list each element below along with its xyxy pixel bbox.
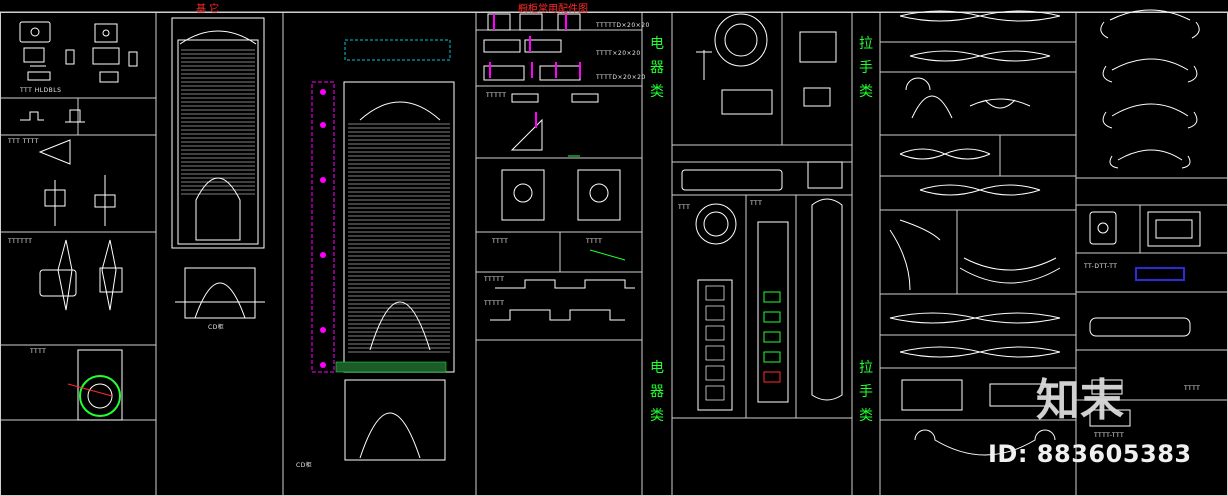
- rail-label-a: TTTT: [492, 238, 509, 245]
- slide-label: TTT TTTT: [8, 138, 40, 145]
- ornamental-handle: [919, 184, 1041, 196]
- handle-code-label-b: TTTT: [1184, 385, 1201, 392]
- socket-outlet: [705, 385, 725, 401]
- bail-handle: [959, 257, 1061, 284]
- drawer-rail-label-b: TTTTT: [484, 300, 505, 307]
- section-title-other: 基 它: [196, 4, 220, 15]
- cd-cabinet-middle-elevation: [311, 39, 455, 461]
- lock-code-label: TTT HLDBLS: [20, 87, 62, 94]
- switch-button: [763, 351, 781, 363]
- watermark-logo: 知末: [1036, 375, 1124, 426]
- socket-outlet: [705, 325, 725, 341]
- electric-label-a: TTT: [678, 204, 691, 211]
- switch-button: [763, 291, 781, 303]
- rail-label-b: TTTT: [586, 238, 603, 245]
- wheel-part-drawing: [67, 349, 123, 421]
- electric-label-b: TTT: [750, 200, 763, 207]
- rail-dot: [320, 122, 326, 128]
- socket-outlet: [705, 345, 725, 361]
- ornamental-handle: [889, 312, 1061, 324]
- magenta-rail-dots: [320, 89, 326, 368]
- handle-code-label-a: TT-DTT-TT: [1084, 263, 1118, 270]
- rail-dot: [320, 362, 326, 368]
- socket-outlet: [705, 365, 725, 381]
- category-label-electric-bottom: 电器类: [650, 360, 664, 424]
- ornamental-handle: [909, 50, 1051, 62]
- dimension-label-a: TTTTTD×20×20: [596, 22, 650, 29]
- bracket-label: TTTTT: [486, 92, 507, 99]
- rail-dot: [320, 177, 326, 183]
- switch-button: [763, 371, 781, 383]
- ornamental-handle: [899, 346, 1061, 358]
- lock-and-hinge-drawings: [19, 21, 138, 311]
- cd-cabinet-left-elevation: [171, 17, 265, 319]
- cd-cabinet-label-middle: CD柜: [296, 462, 313, 469]
- dimension-label-c: TTTTD×20×20: [596, 74, 646, 81]
- switch-button: [763, 311, 781, 323]
- ornamental-handle: [969, 98, 1031, 109]
- watermark-id: ID: 883605383: [988, 440, 1192, 468]
- plate-handle: [901, 379, 963, 411]
- hinge-label: TTTTTT: [8, 238, 33, 245]
- wheel-label: TTTT: [30, 348, 47, 355]
- hardware-parts-drawings: [483, 13, 635, 321]
- rail-dot: [320, 89, 326, 95]
- ring-pull-handle: [905, 77, 953, 119]
- ornamental-handle: [899, 148, 991, 160]
- cd-cabinet-left-slats: [181, 49, 255, 195]
- dimension-label-b: TTTT×20×20: [596, 50, 641, 57]
- section-title-hardware: 橱柜常用配件图: [518, 4, 588, 15]
- switch-panel-details: [763, 291, 781, 383]
- category-label-handle-top: 拉手类: [859, 36, 873, 100]
- cd-cabinet-label-left: CD柜: [208, 324, 225, 331]
- handle-code-label-c: TTTT-TTT: [1094, 432, 1125, 439]
- socket-panel-details: [705, 285, 725, 401]
- rail-dot: [320, 327, 326, 333]
- category-label-electric-top: 电器类: [650, 36, 664, 100]
- leaf-handle: [889, 219, 941, 291]
- cd-cabinet-middle-slats: [348, 123, 450, 353]
- socket-outlet: [705, 305, 725, 321]
- socket-outlet: [705, 285, 725, 301]
- rail-dot: [320, 252, 326, 258]
- category-label-handle-bottom: 拉手类: [859, 360, 873, 424]
- switch-button: [763, 331, 781, 343]
- drawer-rail-label-a: TTTTT: [484, 276, 505, 283]
- handle-ornament-drawings: [889, 10, 1061, 456]
- hardware-magenta-markers: [489, 14, 581, 128]
